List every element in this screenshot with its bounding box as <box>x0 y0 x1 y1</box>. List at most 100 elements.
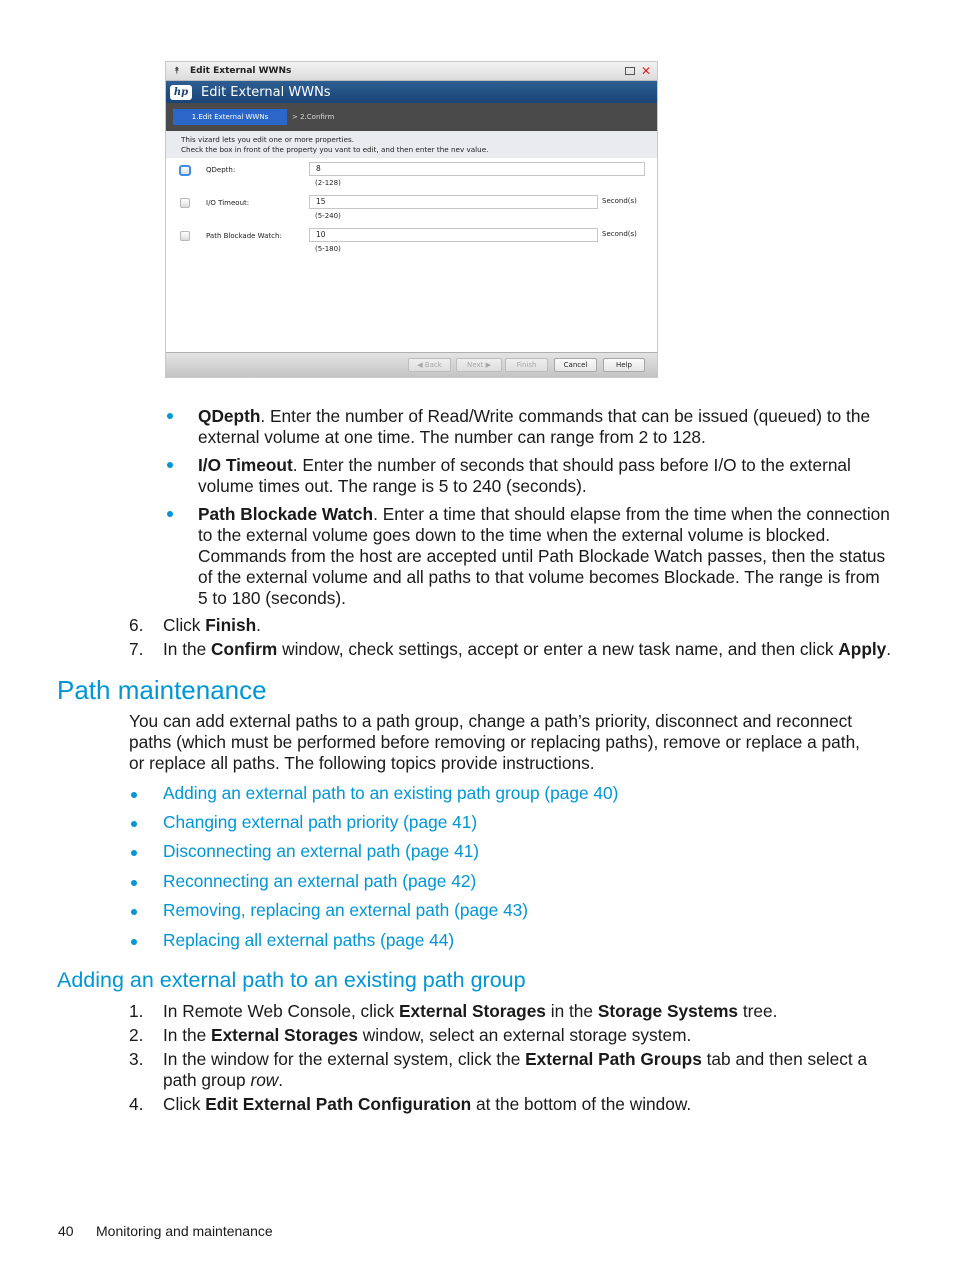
step-bold: Finish <box>205 615 257 635</box>
io-timeout-checkbox[interactable] <box>180 198 190 208</box>
step-bold: Apply <box>838 639 887 659</box>
link-reconnecting-path[interactable]: Reconnecting an external path (page 42) <box>163 871 476 892</box>
bullet-icon <box>131 939 137 945</box>
adding-step-4: Click Edit External Path Configuration a… <box>163 1094 691 1115</box>
dialog-titlebar: ⯭ Edit External WWNs ✕ <box>166 62 657 81</box>
wizard-instructions: This vizard lets you edit one or more pr… <box>166 131 657 158</box>
page-number: 40 <box>58 1223 74 1239</box>
bullet-icon <box>167 462 173 468</box>
step-text: . <box>256 615 261 635</box>
footer-section-title: Monitoring and maintenance <box>96 1223 273 1239</box>
step-text: In the window for the external system, c… <box>163 1049 526 1069</box>
bullet-term: QDepth <box>198 406 261 426</box>
edit-external-wwns-dialog: ⯭ Edit External WWNs ✕ hp Edit External … <box>165 61 658 378</box>
step-text: In the <box>163 639 212 659</box>
collapse-icon[interactable]: ⯭ <box>170 66 184 76</box>
step-bold: External Storages <box>211 1025 358 1045</box>
adding-step-2: In the External Storages window, select … <box>163 1025 691 1046</box>
step-text: Click <box>163 1094 206 1114</box>
cancel-button[interactable]: Cancel <box>554 358 597 372</box>
step-7: In the Confirm window, check settings, a… <box>163 639 891 660</box>
link-replacing-all-paths[interactable]: Replacing all external paths (page 44) <box>163 930 454 951</box>
bullet-io-timeout: I/O Timeout. Enter the number of seconds… <box>198 455 851 497</box>
path-blockade-watch-unit: Second(s) <box>602 230 637 238</box>
step-text: tab and then select a <box>701 1049 868 1069</box>
bullet-icon <box>131 909 137 915</box>
bullet-path-blockade-watch: Path Blockade Watch. Enter a time that s… <box>198 504 890 609</box>
back-button[interactable]: ◀ Back <box>408 358 451 372</box>
io-timeout-unit: Second(s) <box>602 197 637 205</box>
step-text: . <box>886 639 892 659</box>
dialog-window-title: Edit External WWNs <box>190 66 292 76</box>
maximize-icon[interactable] <box>624 67 635 75</box>
next-button[interactable]: Next ▶ <box>456 358 502 372</box>
step-edit-external-wwns[interactable]: 1.Edit External WWNs <box>173 109 287 125</box>
bullet-icon <box>131 850 137 856</box>
field-path-blockade-watch: Path Blockade Watch: 10 (5-180) Second(s… <box>166 226 657 256</box>
dialog-footer: ◀ Back Next ▶ Finish Cancel Help <box>166 352 657 377</box>
link-changing-path-priority[interactable]: Changing external path priority (page 41… <box>163 812 477 833</box>
step-number: 6. <box>129 615 144 635</box>
bullet-text: Commands from the host are accepted unti… <box>198 546 886 566</box>
bullet-qdepth: QDepth. Enter the number of Read/Write c… <box>198 406 870 448</box>
step-number: 2. <box>129 1025 144 1045</box>
bullet-text: . Enter the number of Read/Write command… <box>260 406 871 426</box>
path-blockade-watch-label: Path Blockade Watch: <box>206 232 282 240</box>
close-icon[interactable]: ✕ <box>641 65 651 77</box>
step-text: in the <box>545 1001 598 1021</box>
step-number: 7. <box>129 639 144 659</box>
bullet-icon <box>167 511 173 517</box>
bullet-term: Path Blockade Watch <box>198 504 374 524</box>
bullet-icon <box>131 792 137 798</box>
bullet-icon <box>131 821 137 827</box>
intro-line: paths (which must be performed before re… <box>129 732 860 752</box>
hp-logo-icon: hp <box>170 84 192 100</box>
io-timeout-range: (5-240) <box>315 212 341 220</box>
intro-line: or replace all paths. The following topi… <box>129 753 595 773</box>
step-text: at the bottom of the window. <box>471 1094 692 1114</box>
intro-line: You can add external paths to a path gro… <box>129 711 853 731</box>
finish-button[interactable]: Finish <box>505 358 548 372</box>
help-button[interactable]: Help <box>603 358 645 372</box>
banner-title: Edit External WWNs <box>201 84 331 100</box>
instruction-line: This vizard lets you edit one or more pr… <box>181 135 355 144</box>
bullet-text: 5 to 180 (seconds). <box>198 588 346 608</box>
step-6: Click Finish. <box>163 615 261 636</box>
step-bold: External Path Groups <box>525 1049 702 1069</box>
step-bold: Edit External Path Configuration <box>205 1094 472 1114</box>
qdepth-range: (2-128) <box>315 179 341 187</box>
adding-step-1: In Remote Web Console, click External St… <box>163 1001 777 1022</box>
link-adding-external-path[interactable]: Adding an external path to an existing p… <box>163 783 618 804</box>
dialog-banner: hp Edit External WWNs <box>166 81 657 103</box>
qdepth-label: QDepth: <box>206 166 236 174</box>
heading-path-maintenance: Path maintenance <box>57 675 267 705</box>
io-timeout-label: I/O Timeout: <box>206 199 250 207</box>
link-disconnecting-path[interactable]: Disconnecting an external path (page 41) <box>163 841 479 862</box>
step-text: path group <box>163 1070 251 1090</box>
field-qdepth: QDepth: 8 (2-128) <box>166 160 657 190</box>
heading-adding-external-path: Adding an external path to an existing p… <box>57 968 526 992</box>
link-removing-replacing-path[interactable]: Removing, replacing an external path (pa… <box>163 900 528 921</box>
bullet-text: external volume at one time. The number … <box>198 427 706 447</box>
step-text: Click <box>163 615 206 635</box>
bullet-text: volume times out. The range is 5 to 240 … <box>198 476 587 496</box>
qdepth-checkbox[interactable] <box>179 165 191 176</box>
bullet-term: I/O Timeout <box>198 455 293 475</box>
step-text: window, select an external storage syste… <box>358 1025 692 1045</box>
path-maintenance-intro: You can add external paths to a path gro… <box>129 711 860 774</box>
step-bold: External Storages <box>398 1001 546 1021</box>
io-timeout-input[interactable]: 15 <box>309 195 598 209</box>
step-italic: row <box>250 1070 279 1090</box>
qdepth-input[interactable]: 8 <box>309 162 645 176</box>
step-bold: Storage Systems <box>597 1001 739 1021</box>
instruction-line: Check the box in front of the property y… <box>181 145 489 154</box>
field-io-timeout: I/O Timeout: 15 (5-240) Second(s) <box>166 193 657 223</box>
step-text: window, check settings, accept or enter … <box>277 639 839 659</box>
step-bold: Confirm <box>211 639 278 659</box>
path-blockade-watch-checkbox[interactable] <box>180 231 190 241</box>
path-blockade-watch-input[interactable]: 10 <box>309 228 598 242</box>
bullet-icon <box>131 880 137 886</box>
bullet-text: to the external volume goes down to the … <box>198 525 831 545</box>
step-number: 3. <box>129 1049 144 1069</box>
path-blockade-watch-range: (5-180) <box>315 245 341 253</box>
